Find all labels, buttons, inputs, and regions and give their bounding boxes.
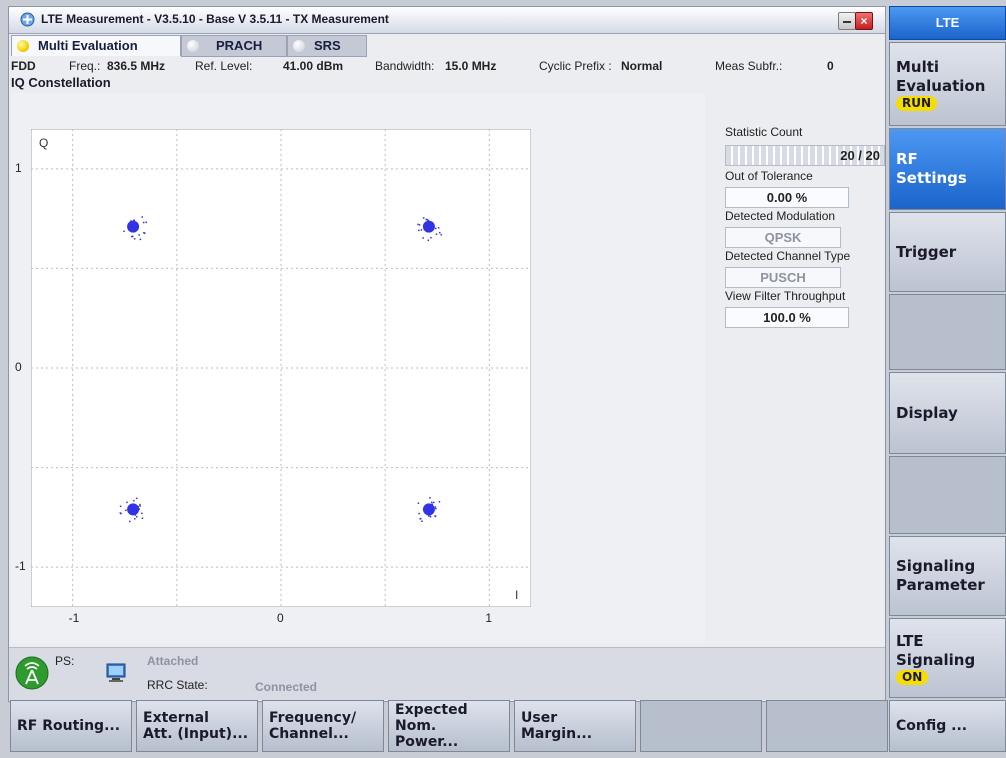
view-filter-value: 100.0 % — [725, 307, 849, 328]
minimize-button[interactable] — [838, 12, 856, 30]
multi-evaluation-softkey[interactable]: Multi Evaluation RUN — [889, 42, 1006, 126]
softkey-label: Parameter — [896, 576, 985, 594]
lte-measurement-window: LTE Measurement - V3.5.10 - Base V 3.5.1… — [8, 6, 886, 702]
softkey-label: Frequency/ — [269, 710, 357, 726]
signaling-status-bar: PS: Attached RRC State: Connected — [9, 647, 885, 700]
out-of-tolerance-label: Out of Tolerance — [725, 169, 813, 183]
softkey-label: Expected — [395, 702, 468, 718]
trigger-softkey[interactable]: Trigger — [889, 212, 1006, 292]
y-axis-label: Q — [39, 136, 48, 150]
tab-srs[interactable]: SRS — [287, 35, 367, 57]
lte-header: LTE — [889, 6, 1006, 40]
softkey-label: Evaluation — [896, 76, 986, 95]
detected-channel-type-value: PUSCH — [725, 267, 841, 288]
cyclic-prefix-label: Cyclic Prefix : — [539, 59, 612, 73]
tab-label: PRACH — [216, 38, 263, 53]
x-tick-label: -1 — [68, 611, 80, 625]
statistic-count-label: Statistic Count — [725, 125, 803, 139]
x-tick-label: 1 — [485, 611, 493, 625]
softkey-label: External — [143, 710, 209, 726]
statistic-count-value: 20 / 20 — [840, 148, 880, 163]
x-axis-label: I — [515, 588, 518, 602]
out-of-tolerance-value: 0.00 % — [725, 187, 849, 208]
ref-level-label: Ref. Level: — [195, 59, 253, 73]
meas-subfr-value: 0 — [827, 59, 834, 73]
softkey-label: LTE — [896, 631, 924, 650]
softkey-label: Att. (Input)... — [143, 726, 249, 742]
frequency-channel-softkey[interactable]: Frequency/Channel... — [262, 700, 384, 752]
bandwidth-label: Bandwidth: — [375, 59, 435, 73]
y-tick-label: -1 — [15, 559, 26, 574]
rf-routing-softkey[interactable]: RF Routing... — [10, 700, 132, 752]
freq-label: Freq.: — [69, 59, 101, 73]
antenna-icon — [15, 656, 49, 690]
rrc-state-value: Connected — [255, 680, 318, 694]
tab-label: Multi Evaluation — [38, 38, 138, 53]
softkey-label: RF Routing... — [17, 718, 121, 734]
rf-settings-softkey[interactable]: RF Settings — [889, 128, 1006, 210]
softkey-label: Channel... — [269, 726, 349, 742]
y-tick-label: 1 — [15, 160, 22, 175]
softkey-label: RF — [896, 150, 918, 168]
on-badge: ON — [896, 669, 929, 685]
computer-icon — [106, 663, 126, 682]
empty-softkey[interactable] — [889, 456, 1006, 534]
close-button[interactable]: × — [855, 12, 873, 30]
status-led-icon — [17, 40, 29, 52]
softkey-label: Display — [896, 403, 958, 422]
softkey-label: Nom. Power... — [395, 718, 459, 750]
meas-subfr-label: Meas Subfr.: — [715, 59, 783, 73]
empty-softkey[interactable] — [766, 700, 888, 752]
constellation-panel: Q I 1 0 -1 -1 0 1 — [11, 93, 705, 643]
expected-nom-power-softkey[interactable]: Expected Nom. Power... — [388, 700, 510, 752]
lte-signaling-softkey[interactable]: LTE Signaling ON — [889, 618, 1006, 698]
tab-multi-evaluation[interactable]: Multi Evaluation — [11, 35, 181, 56]
empty-softkey[interactable] — [889, 294, 1006, 370]
signaling-parameter-softkey[interactable]: Signaling Parameter — [889, 536, 1006, 616]
run-badge: RUN — [896, 95, 938, 111]
status-led-icon — [293, 40, 305, 52]
section-title: IQ Constellation — [11, 75, 111, 90]
ps-value: Attached — [147, 654, 199, 668]
external-att-softkey[interactable]: External Att. (Input)... — [136, 700, 258, 752]
detected-channel-type-label: Detected Channel Type — [725, 249, 851, 263]
statistic-count-bar: 20 / 20 — [725, 145, 885, 166]
user-margin-softkey[interactable]: User Margin... — [514, 700, 636, 752]
softkey-label: Signaling — [896, 650, 976, 669]
ref-level-value: 41.00 dBm — [283, 59, 344, 73]
detected-modulation-value: QPSK — [725, 227, 841, 248]
display-softkey[interactable]: Display — [889, 372, 1006, 454]
empty-softkey[interactable] — [640, 700, 762, 752]
window-title: LTE Measurement - V3.5.10 - Base V 3.5.1… — [41, 12, 389, 26]
softkey-label: Multi — [896, 57, 940, 76]
softkey-label: Signaling — [896, 557, 976, 575]
config-softkey[interactable]: Config ... — [889, 700, 1006, 752]
tab-prach[interactable]: PRACH — [181, 35, 287, 57]
y-tick-label: 0 — [15, 360, 22, 374]
cyclic-prefix-value: Normal — [621, 59, 663, 73]
title-bar: LTE Measurement - V3.5.10 - Base V 3.5.1… — [9, 7, 885, 34]
duplex-mode: FDD — [11, 59, 36, 73]
detected-modulation-label: Detected Modulation — [725, 209, 836, 223]
tab-label: SRS — [314, 38, 341, 53]
iq-constellation-chart: Q I — [31, 129, 531, 607]
softkey-label: Config ... — [896, 718, 968, 734]
view-filter-label: View Filter Throughput — [725, 289, 846, 303]
softkey-label: Settings — [896, 169, 967, 187]
rrc-state-label: RRC State: — [147, 678, 208, 692]
app-icon — [20, 12, 35, 27]
softkey-label: User Margin... — [521, 710, 593, 742]
status-led-icon — [187, 40, 199, 52]
ps-label: PS: — [55, 654, 75, 668]
x-tick-label: 0 — [277, 611, 284, 625]
freq-value: 836.5 MHz — [107, 59, 166, 73]
softkey-label: Trigger — [896, 242, 957, 261]
bandwidth-value: 15.0 MHz — [445, 59, 497, 73]
